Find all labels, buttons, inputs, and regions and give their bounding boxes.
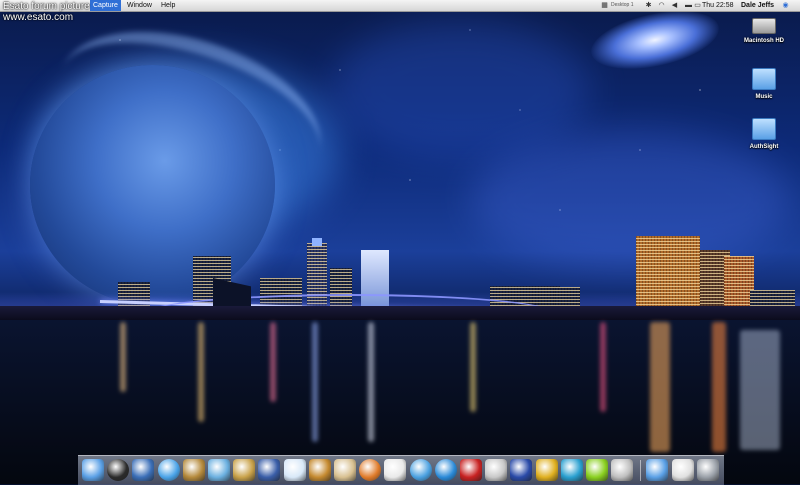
light-reflection (312, 322, 318, 442)
shoreline (0, 306, 800, 320)
desktop-icon-label: Music (755, 94, 773, 100)
address-book-icon[interactable] (182, 459, 205, 481)
firefox-icon[interactable] (359, 459, 382, 481)
menu-user[interactable]: Dale Jeffs (738, 0, 777, 11)
finder-icon[interactable] (82, 459, 104, 481)
light-reflection (198, 322, 204, 422)
flag-icon[interactable]: ▬ (684, 1, 693, 10)
hard-drive-icon (752, 18, 776, 34)
nebula-cloud (470, 130, 790, 270)
light-reflection (712, 322, 726, 452)
photobooth-icon[interactable] (460, 459, 482, 481)
refresh-icon[interactable] (434, 459, 457, 481)
desktop-switcher[interactable]: Desktop 1 (608, 0, 637, 11)
desktop-wallpaper (0, 0, 800, 484)
preferences-icon[interactable] (611, 459, 634, 481)
menu-capture[interactable]: Capture (90, 0, 121, 11)
dock (78, 455, 724, 485)
desktop-icon-label: AuthSight (749, 144, 779, 150)
textedit-icon[interactable] (334, 459, 356, 481)
wifi-icon[interactable]: ◠ (657, 1, 666, 10)
bluetooth-icon[interactable]: ✱ (644, 1, 653, 10)
document-icon[interactable] (671, 459, 694, 481)
iphoto-icon[interactable] (233, 459, 256, 481)
ical-icon[interactable] (283, 459, 306, 481)
menu-clock[interactable]: Thu 22:58 (699, 0, 737, 11)
itunes-icon[interactable] (208, 459, 230, 481)
light-reflection (120, 322, 126, 392)
desktop-icon-music[interactable]: Music (736, 68, 792, 100)
folder-icon (752, 118, 776, 140)
dashboard-icon[interactable] (107, 459, 130, 481)
light-reflection (600, 322, 606, 412)
applications-folder-icon[interactable] (646, 459, 669, 481)
desktop-icon-authsight[interactable]: AuthSight (736, 118, 792, 150)
automator-icon[interactable] (510, 459, 533, 481)
messenger-icon[interactable] (535, 459, 558, 481)
watermark-line2: www.esato.com (3, 12, 74, 23)
buddies-icon[interactable] (560, 459, 583, 481)
light-reflection (368, 322, 374, 442)
menu-window[interactable]: Window (124, 0, 155, 11)
tower-spire (312, 238, 322, 246)
garageband-icon[interactable] (308, 459, 331, 481)
light-reflection (650, 322, 670, 452)
building (555, 287, 580, 306)
desktop-icon-label: Macintosh HD (743, 38, 784, 44)
light-reflection (470, 322, 476, 412)
light-reflection (740, 330, 780, 450)
trash-icon[interactable] (696, 459, 719, 481)
desktop-icon-macintosh-hd[interactable]: Macintosh HD (736, 15, 792, 44)
watermark: Esato forum picture www.esato.com (3, 1, 90, 23)
imovie-icon[interactable] (258, 459, 281, 481)
safari-icon[interactable] (157, 459, 180, 481)
volume-icon[interactable]: ◀ (670, 1, 679, 10)
spotlight-icon[interactable]: ◉ (781, 1, 790, 10)
app-green-icon[interactable] (586, 459, 608, 481)
watermark-line1: Esato forum picture (3, 1, 90, 12)
folder-icon (752, 68, 776, 90)
calendar-icon[interactable] (384, 459, 407, 481)
preview-icon[interactable] (132, 459, 155, 481)
menu-bar: Capture Window Help ▦ Desktop 1 ✱ ◠ ◀ ▬ … (0, 0, 800, 12)
menu-help[interactable]: Help (158, 0, 178, 11)
light-reflection (270, 322, 276, 402)
apple-icon[interactable] (485, 459, 508, 481)
quicktime-icon[interactable] (409, 459, 432, 481)
dock-separator (640, 460, 641, 481)
